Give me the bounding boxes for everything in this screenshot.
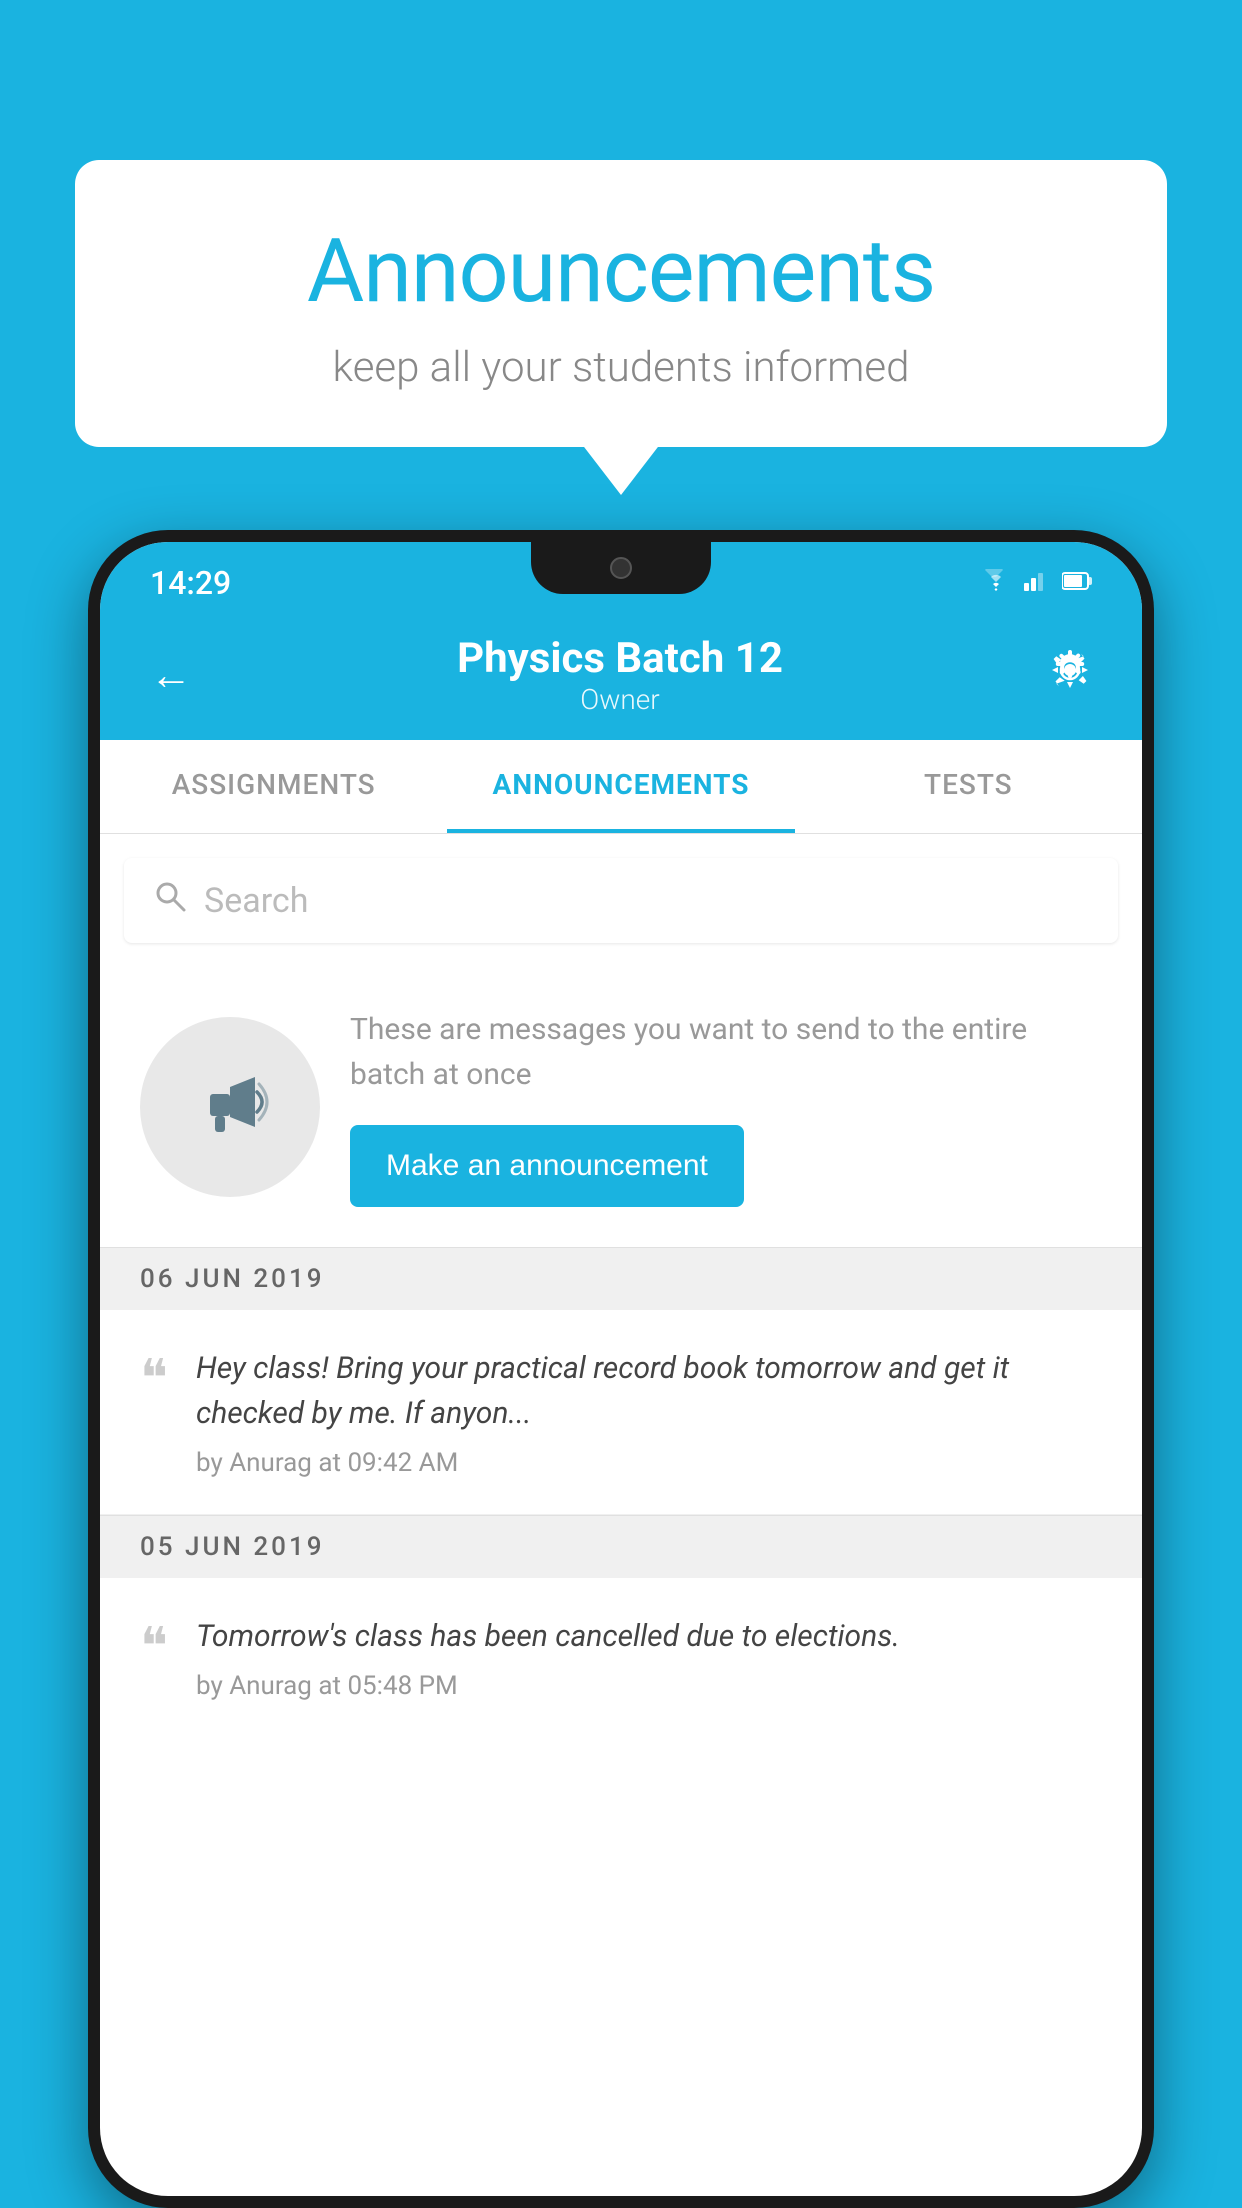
megaphone-circle: [140, 1017, 320, 1197]
announcement-text-1: Hey class! Bring your practical record b…: [196, 1346, 1102, 1436]
announcement-meta-2: by Anurag at 05:48 PM: [196, 1671, 1102, 1701]
scrollable-content: Search: [100, 834, 1142, 2196]
announcement-content-1: Hey class! Bring your practical record b…: [196, 1346, 1102, 1478]
wifi-icon: [982, 568, 1010, 598]
prompt-card: These are messages you want to send to t…: [100, 967, 1142, 1247]
app-header: ← Physics Batch 12 Owner: [100, 614, 1142, 740]
tab-announcements[interactable]: ANNOUNCEMENTS: [447, 740, 794, 833]
settings-button[interactable]: [1038, 638, 1102, 712]
card-title: Announcements: [145, 220, 1097, 323]
tab-tests[interactable]: TESTS: [795, 740, 1142, 833]
phone-outer: 14:29: [88, 530, 1154, 2208]
prompt-right: These are messages you want to send to t…: [350, 1007, 1102, 1207]
announcement-content-2: Tomorrow's class has been cancelled due …: [196, 1614, 1102, 1701]
signal-icon: [1024, 568, 1048, 598]
announcement-text-2: Tomorrow's class has been cancelled due …: [196, 1614, 1102, 1659]
tab-assignments[interactable]: ASSIGNMENTS: [100, 740, 447, 833]
phone-inner: 14:29: [100, 542, 1142, 2196]
battery-icon: [1062, 568, 1092, 598]
tabs-container: ASSIGNMENTS ANNOUNCEMENTS TESTS: [100, 740, 1142, 834]
header-title: Physics Batch 12: [457, 634, 783, 683]
search-bar[interactable]: Search: [124, 858, 1118, 943]
card-subtitle: keep all your students informed: [145, 343, 1097, 392]
phone-notch: [531, 542, 711, 594]
back-button[interactable]: ←: [140, 641, 202, 710]
announcement-item-2[interactable]: ❝ Tomorrow's class has been cancelled du…: [100, 1578, 1142, 1737]
quote-icon-2: ❝: [140, 1622, 168, 1674]
phone-screen: 14:29: [100, 542, 1142, 2196]
search-icon: [152, 878, 188, 923]
date-separator-2: 05 JUN 2019: [100, 1515, 1142, 1578]
announcement-meta-1: by Anurag at 09:42 AM: [196, 1448, 1102, 1478]
phone-wrapper: 14:29: [88, 530, 1154, 2208]
quote-icon-1: ❝: [140, 1354, 168, 1406]
camera-dot: [610, 557, 632, 579]
date-separator-1: 06 JUN 2019: [100, 1247, 1142, 1310]
header-subtitle: Owner: [457, 683, 783, 716]
status-time: 14:29: [150, 564, 231, 602]
status-icons: [982, 568, 1092, 598]
search-placeholder: Search: [204, 881, 308, 921]
announcement-item-1[interactable]: ❝ Hey class! Bring your practical record…: [100, 1310, 1142, 1515]
header-center: Physics Batch 12 Owner: [457, 634, 783, 716]
prompt-description: These are messages you want to send to t…: [350, 1007, 1102, 1097]
make-announcement-button[interactable]: Make an announcement: [350, 1125, 744, 1207]
speech-bubble-card: Announcements keep all your students inf…: [75, 160, 1167, 447]
